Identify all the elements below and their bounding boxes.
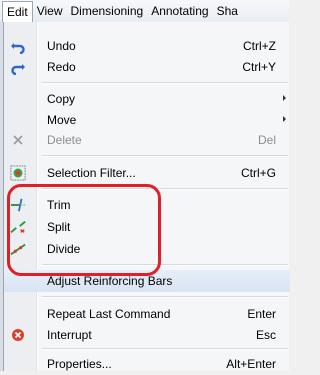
undo-icon xyxy=(10,38,26,54)
menu-separator xyxy=(42,348,288,350)
menu-item-label: Trim xyxy=(47,198,71,212)
split-icon xyxy=(10,219,26,235)
shortcut-text: Ctrl+Z xyxy=(243,39,276,53)
menu-item-label: Divide xyxy=(47,242,81,256)
selection-filter-icon xyxy=(10,165,26,181)
menu-annotating[interactable]: Annotating xyxy=(147,1,212,21)
menu-item-label: Copy xyxy=(47,92,76,106)
menu-item-repeat-last-command[interactable]: Repeat Last Command Enter xyxy=(4,303,290,325)
menu-item-label: Split xyxy=(47,220,71,234)
submenu-arrow-icon xyxy=(283,95,286,101)
menu-item-label: Selection Filter... xyxy=(47,166,136,180)
shortcut-text: Enter xyxy=(247,307,276,321)
menu-item-adjust-reinforcing-bars[interactable]: Adjust Reinforcing Bars xyxy=(4,270,290,292)
menu-item-redo[interactable]: Redo Ctrl+Y xyxy=(4,56,290,78)
menu-bar: Edit View Dimensioning Annotating Sha xyxy=(0,0,289,23)
divide-icon xyxy=(10,241,26,257)
menu-separator xyxy=(42,296,288,298)
menu-item-label: Redo xyxy=(47,60,76,74)
shortcut-text: Ctrl+G xyxy=(240,166,276,180)
menu-shapes[interactable]: Sha xyxy=(213,1,242,21)
menu-item-selection-filter[interactable]: Selection Filter... Ctrl+G xyxy=(4,162,290,184)
shortcut-text: Alt+Enter xyxy=(226,357,276,371)
menu-dimensioning[interactable]: Dimensioning xyxy=(66,1,147,21)
menu-separator xyxy=(42,188,288,190)
submenu-arrow-icon xyxy=(283,116,286,122)
delete-icon xyxy=(10,132,26,148)
menu-separator xyxy=(42,82,288,84)
menu-separator xyxy=(42,264,288,266)
menu-item-properties[interactable]: Properties... Alt+Enter xyxy=(4,353,290,375)
shortcut-text: Ctrl+Y xyxy=(242,60,276,74)
menu-item-copy[interactable]: Copy xyxy=(4,88,290,110)
menu-separator xyxy=(42,155,288,157)
menu-item-interrupt[interactable]: Interrupt Esc xyxy=(4,324,290,346)
menu-item-label: Delete xyxy=(47,133,82,147)
menu-item-label: Repeat Last Command xyxy=(47,307,171,321)
shortcut-text: Del xyxy=(257,133,276,147)
interrupt-icon xyxy=(10,327,26,343)
menu-item-label: Adjust Reinforcing Bars xyxy=(47,274,173,288)
menu-edit[interactable]: Edit xyxy=(2,0,33,22)
menu-item-move[interactable]: Move xyxy=(4,109,290,131)
menu-item-undo[interactable]: Undo Ctrl+Z xyxy=(4,35,290,57)
shortcut-text: Esc xyxy=(255,328,276,342)
menu-item-label: Interrupt xyxy=(47,328,92,342)
menu-item-label: Move xyxy=(47,113,77,127)
menu-item-divide[interactable]: Divide xyxy=(4,238,290,260)
menu-item-delete[interactable]: Delete Del xyxy=(4,129,290,151)
menu-item-label: Undo xyxy=(47,39,76,53)
edit-dropdown-menu: Undo Ctrl+Z Redo Ctrl+Y Copy Move Delete… xyxy=(3,22,290,371)
menu-item-split[interactable]: Split xyxy=(4,216,290,238)
menu-view[interactable]: View xyxy=(33,1,67,21)
redo-icon xyxy=(10,59,26,75)
menu-item-trim[interactable]: Trim xyxy=(4,194,290,216)
trim-icon xyxy=(10,197,26,213)
menu-item-label: Properties... xyxy=(47,357,112,371)
